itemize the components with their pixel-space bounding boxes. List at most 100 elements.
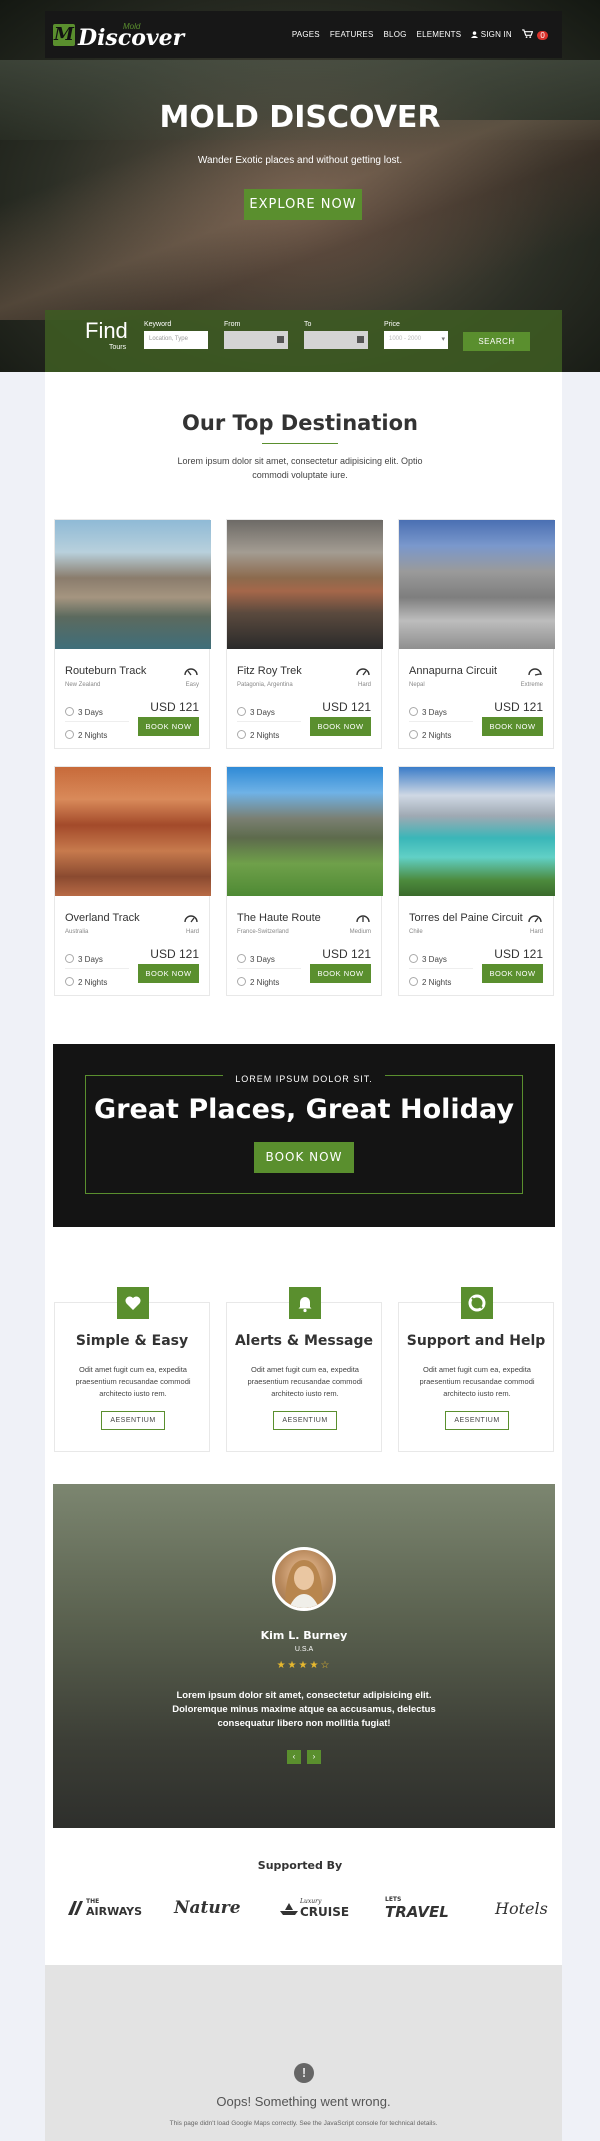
tour-name[interactable]: Annapurna Circuit [409,665,497,677]
price-field-group: Price 1000 - 2000 [384,321,448,349]
explore-now-button[interactable]: EXPLORE NOW [244,189,362,220]
to-date-input[interactable] [304,331,368,349]
cart-count-badge: 0 [537,31,548,40]
tour-difficulty: Hard [357,682,371,688]
tour-name[interactable]: Fitz Roy Trek [237,665,302,677]
book-now-button[interactable]: BOOK NOW [482,964,543,983]
tour-days: 3 Days [65,954,103,964]
nav-item-sign-in[interactable]: SIGN IN [471,30,512,39]
feature-title: Simple & Easy [75,1333,189,1349]
nav-item-blog[interactable]: BLOG [384,30,407,39]
divider [65,968,129,969]
travel-logo[interactable]: LETS TRAVEL [385,1893,449,1923]
destination-card[interactable]: Annapurna Circuit Nepal Extreme 3 Days 2… [398,519,555,749]
book-now-button[interactable]: BOOK NOW [138,964,199,983]
routeburn-image [55,520,211,649]
tour-difficulty: Easy [185,682,199,688]
nature-logo[interactable]: Nature [174,1893,241,1923]
difficulty-gauge-icon [184,915,198,923]
price-label: Price [384,321,400,328]
destination-card[interactable]: Torres del Paine Circuit Chile Hard 3 Da… [398,766,555,996]
divider [237,721,301,722]
tour-price: USD 121 [150,947,199,961]
ship-icon [280,1903,298,1915]
banner-book-now-button[interactable]: BOOK NOW [254,1142,354,1173]
feature-title: Support and Help [406,1333,546,1349]
banner-kicker-text: LOREM IPSUM DOLOR SIT. [223,1074,385,1084]
destination-card[interactable]: Overland Track Australia Hard 3 Days 2 N… [54,766,211,996]
feature-text: Odit amet fugit cum ea, expedita praesen… [419,1365,535,1398]
feature-button[interactable]: AESENTIUM [445,1411,509,1430]
tour-difficulty: Hard [529,929,543,935]
airways-logo[interactable]: THE AIRWAYS [68,1893,142,1923]
tour-name[interactable]: Overland Track [65,912,140,924]
avatar [272,1547,336,1611]
cart-button[interactable]: 0 [522,29,548,40]
tour-difficulty: Hard [185,929,199,935]
top-navbar: M Mold Discover PAGES FEATURES BLOG ELEM… [45,11,562,58]
destination-card[interactable]: The Haute Route France-Switzerland Mediu… [226,766,383,996]
book-now-button[interactable]: BOOK NOW [482,717,543,736]
banner-frame: LOREM IPSUM DOLOR SIT. Great Places, Gre… [85,1074,523,1194]
keyword-input[interactable]: Location, Type [144,331,208,349]
tour-price: USD 121 [150,700,199,714]
feature-card: Alerts & Message Odit amet fugit cum ea,… [226,1287,382,1452]
book-now-button[interactable]: BOOK NOW [310,964,371,983]
tour-nights: 2 Nights [237,977,279,987]
nav-item-features[interactable]: FEATURES [330,30,374,39]
keyword-label: Keyword [144,321,172,328]
destination-card[interactable]: Routeburn Track New Zealand Easy 3 Days … [54,519,211,749]
difficulty-gauge-icon [184,668,198,676]
find-subtitle: Tours [109,344,127,351]
find-title: Find [85,318,128,343]
logo-text[interactable]: Discover [78,25,184,51]
tour-price: USD 121 [494,700,543,714]
from-date-input[interactable] [224,331,288,349]
book-now-button[interactable]: BOOK NOW [138,717,199,736]
tour-price: USD 121 [494,947,543,961]
hero-section: M Mold Discover PAGES FEATURES BLOG ELEM… [0,0,600,372]
reviewer-name: Kim L. Burney [260,1629,348,1642]
tour-nights: 2 Nights [65,977,107,987]
hero-title: MOLD DISCOVER [159,100,441,135]
logo-icon[interactable]: M [53,24,75,46]
nav-item-elements[interactable]: ELEMENTS [417,30,462,39]
tour-days: 3 Days [237,707,275,717]
hotels-logo[interactable]: Hotels [495,1893,548,1923]
tour-search-bar: Find Tours Keyword Location, Type From T… [45,310,562,372]
destination-card[interactable]: Fitz Roy Trek Patagonia, Argentina Hard … [226,519,383,749]
tour-name[interactable]: Routeburn Track [65,665,146,677]
difficulty-gauge-icon [528,915,542,923]
map-error-title: Oops! Something went wrong. [216,2094,391,2109]
next-arrow-button[interactable]: › [307,1750,321,1764]
feature-text: Odit amet fugit cum ea, expedita praesen… [247,1365,363,1398]
tour-name[interactable]: Torres del Paine Circuit [409,912,523,924]
feature-button[interactable]: AESENTIUM [101,1411,165,1430]
tour-location: Australia [65,929,89,935]
cart-icon [522,29,534,38]
search-button[interactable]: SEARCH [463,332,530,351]
book-now-button[interactable]: BOOK NOW [310,717,371,736]
tour-days: 3 Days [409,707,447,717]
nav-item-pages[interactable]: PAGES [292,30,320,39]
feature-card: Support and Help Odit amet fugit cum ea,… [398,1287,554,1452]
tour-days: 3 Days [237,954,275,964]
price-select[interactable]: 1000 - 2000 [384,331,448,349]
destinations-title: Our Top Destination [182,411,418,435]
tour-difficulty: Extreme [520,682,543,688]
cruise-logo[interactable]: Luxury CRUISE [280,1893,349,1923]
divider [65,721,129,722]
map-container[interactable]: ! Oops! Something went wrong. This page … [45,1965,562,2141]
tour-name[interactable]: The Haute Route [237,912,321,924]
tour-days: 3 Days [409,954,447,964]
tour-price: USD 121 [322,947,371,961]
prev-arrow-button[interactable]: ‹ [287,1750,301,1764]
life-ring-icon [461,1287,493,1319]
feature-button[interactable]: AESENTIUM [273,1411,337,1430]
tour-location: Chile [409,929,423,935]
to-label: To [304,321,312,328]
tour-days: 3 Days [65,707,103,717]
divider [409,968,473,969]
testimonial-section: Kim L. Burney U.S.A ★★★★☆ Lorem ipsum do… [53,1484,555,1828]
difficulty-gauge-icon [356,915,370,923]
